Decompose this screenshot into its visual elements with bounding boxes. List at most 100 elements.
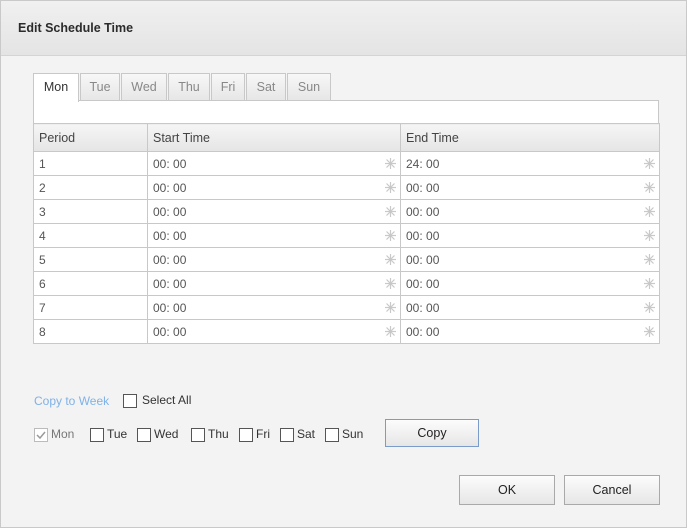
period-header: Period [33,123,148,152]
end-time-value: 24: 00 [406,156,440,171]
select-all-checkbox[interactable] [123,394,137,408]
time-picker-icon[interactable] [644,254,655,265]
end-time-value: 00: 00 [406,324,440,339]
check-icon [36,431,46,440]
end-time-value: 00: 00 [406,180,440,195]
tab-thu[interactable]: Thu [168,73,210,101]
tab-fri[interactable]: Fri [211,73,245,101]
end-time-cell[interactable]: 00: 00 [400,223,660,248]
table-row: 2 00: 00 00: 00 [33,175,660,200]
copy-day-thu-checkbox[interactable] [191,428,205,442]
start-time-cell[interactable]: 00: 00 [147,199,401,224]
schedule-panel: Mon Tue Wed Thu Fri Sat Sun Period Start… [33,73,660,380]
end-time-cell[interactable]: 00: 00 [400,247,660,272]
copy-day-tue-label: Tue [107,427,128,441]
time-picker-icon[interactable] [644,158,655,169]
time-picker-icon[interactable] [644,302,655,313]
time-picker-icon[interactable] [385,254,396,265]
table-row: 6 00: 00 00: 00 [33,271,660,296]
start-time-value: 00: 00 [153,300,187,315]
copy-day-fri-checkbox[interactable] [239,428,253,442]
tab-mon[interactable]: Mon [33,73,79,102]
start-time-value: 00: 00 [153,204,187,219]
start-time-header: Start Time [147,123,401,152]
time-picker-icon[interactable] [644,278,655,289]
tab-sun[interactable]: Sun [287,73,331,101]
dialog-title-bar: Edit Schedule Time [1,1,686,56]
time-picker-icon[interactable] [385,302,396,313]
end-time-value: 00: 00 [406,204,440,219]
time-picker-icon[interactable] [644,230,655,241]
period-value: 8 [39,324,46,339]
period-value: 4 [39,228,46,243]
end-time-header: End Time [400,123,660,152]
time-picker-icon[interactable] [385,278,396,289]
start-time-value: 00: 00 [153,324,187,339]
period-value: 2 [39,180,46,195]
start-time-value: 00: 00 [153,276,187,291]
time-picker-icon[interactable] [385,158,396,169]
period-cell: 8 [33,319,148,344]
copy-button[interactable]: Copy [385,419,479,447]
tab-tue[interactable]: Tue [80,73,120,101]
schedule-table: Period Start Time End Time 1 00: 00 24: 00… [33,123,660,344]
time-picker-icon[interactable] [385,326,396,337]
select-all-label: Select All [142,393,192,407]
end-time-cell[interactable]: 00: 00 [400,175,660,200]
table-row: 1 00: 00 24: 00 [33,151,660,176]
start-time-cell[interactable]: 00: 00 [147,271,401,296]
end-time-cell[interactable]: 00: 00 [400,271,660,296]
period-value: 3 [39,204,46,219]
start-time-cell[interactable]: 00: 00 [147,175,401,200]
table-row: 8 00: 00 00: 00 [33,319,660,344]
period-value: 6 [39,276,46,291]
start-time-value: 00: 00 [153,252,187,267]
dialog-title: Edit Schedule Time [18,21,134,35]
end-time-cell[interactable]: 00: 00 [400,295,660,320]
start-time-cell[interactable]: 00: 00 [147,319,401,344]
time-picker-icon[interactable] [385,230,396,241]
start-time-cell[interactable]: 00: 00 [147,151,401,176]
start-time-value: 00: 00 [153,228,187,243]
copy-day-tue-checkbox[interactable] [90,428,104,442]
table-header-row: Period Start Time End Time [33,123,660,152]
tab-content-spacer [33,101,659,123]
end-time-cell[interactable]: 00: 00 [400,199,660,224]
start-time-cell[interactable]: 00: 00 [147,295,401,320]
start-time-value: 00: 00 [153,156,187,171]
copy-day-wed-label: Wed [154,427,179,441]
end-time-value: 00: 00 [406,300,440,315]
period-cell: 6 [33,271,148,296]
copy-to-week-link[interactable]: Copy to Week [34,394,109,408]
ok-button[interactable]: OK [459,475,555,505]
period-value: 5 [39,252,46,267]
period-cell: 2 [33,175,148,200]
end-time-cell[interactable]: 00: 00 [400,319,660,344]
end-time-value: 00: 00 [406,252,440,267]
period-cell: 3 [33,199,148,224]
period-cell: 4 [33,223,148,248]
table-row: 4 00: 00 00: 00 [33,223,660,248]
copy-day-sun-checkbox[interactable] [325,428,339,442]
time-picker-icon[interactable] [385,182,396,193]
table-row: 3 00: 00 00: 00 [33,199,660,224]
time-picker-icon[interactable] [644,326,655,337]
end-time-cell[interactable]: 24: 00 [400,151,660,176]
copy-day-thu-label: Thu [208,427,229,441]
copy-day-mon-checkbox[interactable] [34,428,48,442]
copy-day-mon-label: Mon [51,427,75,441]
tab-wed[interactable]: Wed [121,73,167,101]
end-time-value: 00: 00 [406,276,440,291]
start-time-cell[interactable]: 00: 00 [147,223,401,248]
cancel-button[interactable]: Cancel [564,475,660,505]
time-picker-icon[interactable] [644,206,655,217]
table-row: 5 00: 00 00: 00 [33,247,660,272]
time-picker-icon[interactable] [385,206,396,217]
time-picker-icon[interactable] [644,182,655,193]
start-time-cell[interactable]: 00: 00 [147,247,401,272]
period-value: 7 [39,300,46,315]
copy-day-sat-checkbox[interactable] [280,428,294,442]
tab-sat[interactable]: Sat [246,73,286,101]
copy-day-wed-checkbox[interactable] [137,428,151,442]
period-cell: 1 [33,151,148,176]
